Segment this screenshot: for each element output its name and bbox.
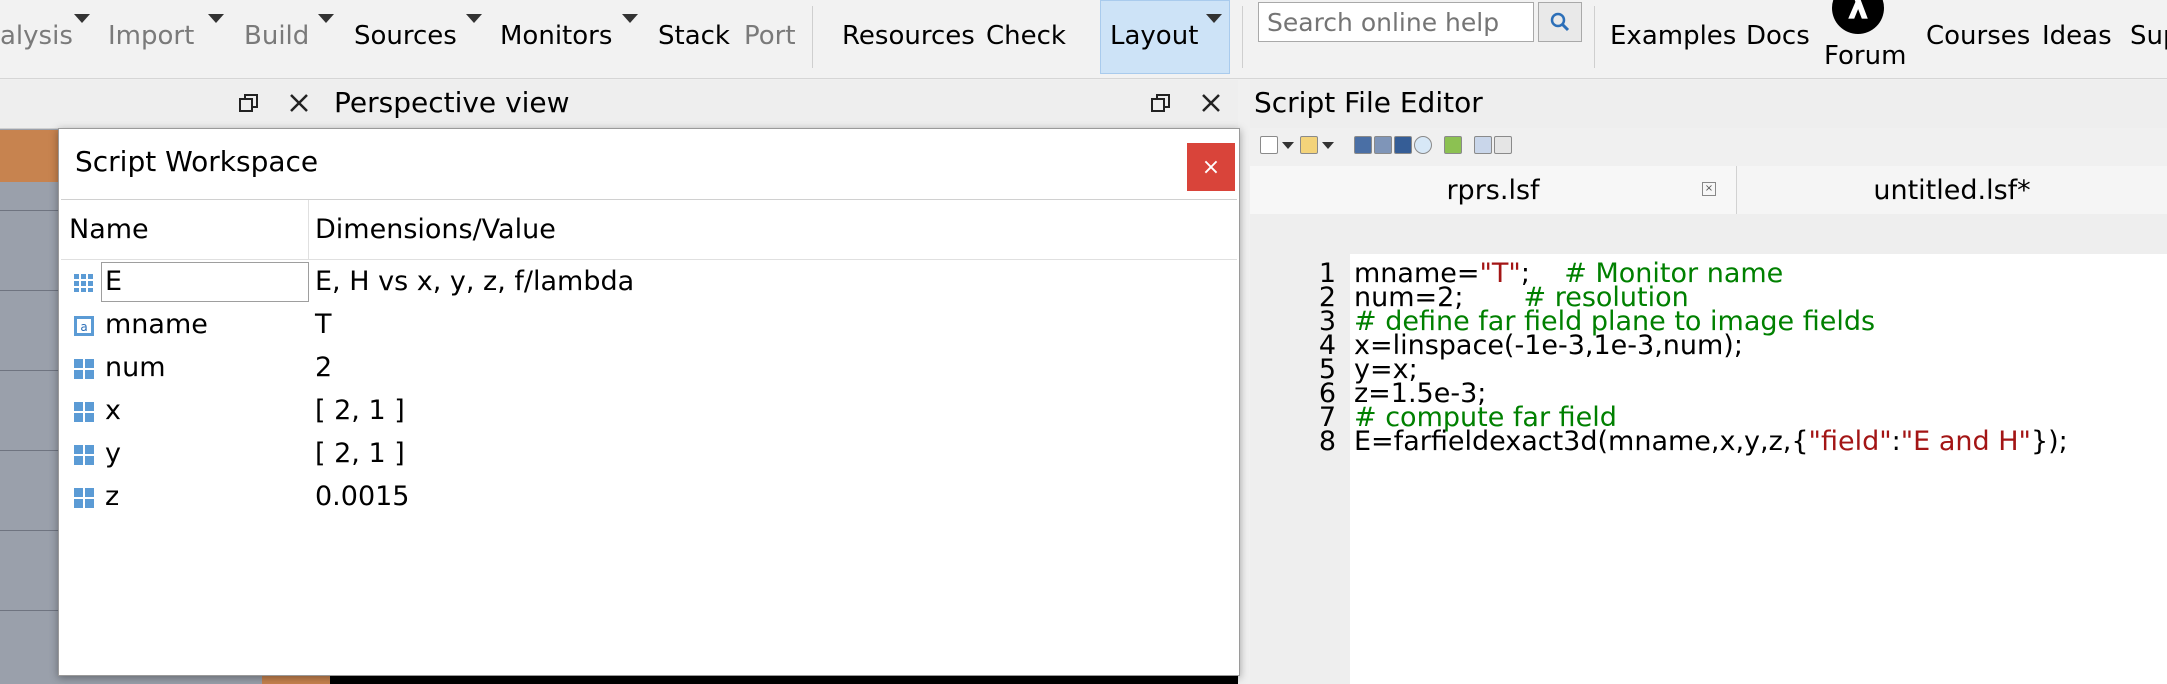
restore-window-icon[interactable] [238,92,260,114]
variable-value: 2 [315,352,333,383]
workspace-variable-table: Name Dimensions/Value E E, H vs x, y, z,… [61,199,1237,674]
matrix-icon [74,402,94,422]
refresh-icon[interactable] [1414,136,1432,154]
code-text: }); [2030,426,2068,457]
editor-header: Script File Editor [1250,80,2167,128]
resources-menu[interactable]: Resources [842,0,975,72]
docs-link[interactable]: Docs [1746,0,1810,72]
analysis-menu[interactable]: alysis [0,0,73,72]
matrix-icon [74,488,94,508]
sources-dropdown-icon[interactable] [466,14,482,23]
name-edit-box[interactable] [101,262,309,302]
import-menu[interactable]: Import [108,0,194,72]
monitors-dropdown-icon[interactable] [622,14,638,23]
variable-name: x [105,395,121,426]
variable-value: [ 2, 1 ] [315,438,405,469]
build-dropdown-icon[interactable] [318,14,334,23]
matrix-icon [74,359,94,379]
perspective-view-title: Perspective view [334,86,570,119]
new-file-dropdown-icon[interactable] [1282,142,1294,149]
dialog-title: Script Workspace [75,145,319,178]
code-line[interactable]: E=farfieldexact3d(mname,x,y,z,{"field":"… [1354,426,2068,457]
check-menu[interactable]: Check [986,0,1066,72]
line-number-gutter: 12345678 [1250,254,1350,684]
close-dialog-button[interactable]: × [1187,143,1235,191]
line-number: 8 [1318,426,1336,457]
table-row[interactable]: y [ 2, 1 ] [61,434,1237,477]
code-string: "field" [1808,426,1892,457]
ideas-link[interactable]: Ideas [2042,0,2112,72]
perspective-view-header: Perspective view [330,80,1238,129]
save-icon[interactable] [1354,136,1372,154]
new-file-icon[interactable] [1260,136,1278,154]
matrix-icon [74,445,94,465]
layout-dropdown-icon[interactable] [1206,14,1222,23]
stack-menu[interactable]: Stack [658,0,730,72]
svg-text:a: a [80,320,87,334]
main-toolbar: alysis Import Build Sources Monitors Sta… [0,0,2167,79]
open-file-icon[interactable] [1300,136,1318,154]
variable-name: E [105,266,123,297]
variable-name: y [105,438,121,469]
editor-tab-bar: rprs.lsf × untitled.lsf* [1250,166,2167,215]
search-button[interactable] [1538,2,1582,42]
column-header-value[interactable]: Dimensions/Value [309,200,1237,260]
step-icon[interactable] [1494,136,1512,154]
run-script-icon[interactable] [1444,136,1462,154]
dataset-icon [74,274,93,292]
table-row[interactable]: a mname T [61,305,1237,348]
variable-value: [ 2, 1 ] [315,395,405,426]
table-row[interactable]: z 0.0015 [61,477,1237,520]
tab-label: rprs.lsf [1446,174,1540,206]
code-text: E=farfieldexact3d(mname,x,y,z,{ [1354,426,1809,457]
code-area[interactable]: mname="T"; # Monitor name num=2; # resolu… [1350,254,2167,684]
script-workspace-dialog: Script Workspace × Name Dimensions/Value… [58,128,1240,676]
open-file-dropdown-icon[interactable] [1322,142,1334,149]
tab-untitled-lsf[interactable]: untitled.lsf* [1737,166,2167,214]
search-input[interactable] [1258,2,1534,42]
table-row[interactable]: E E, H vs x, y, z, f/lambda [61,262,1237,305]
close-pane-icon[interactable] [288,92,310,114]
editor-toolbar [1250,130,2167,164]
toolbar-separator [812,6,813,68]
variable-value: 0.0015 [315,481,410,512]
column-header-name[interactable]: Name [61,200,309,260]
search-icon [1550,12,1570,32]
variable-value: T [315,309,332,340]
save-all-icon[interactable] [1394,136,1412,154]
variable-value: E, H vs x, y, z, f/lambda [315,266,635,297]
code-text: : [1891,426,1901,457]
build-menu[interactable]: Build [244,0,309,72]
toolbar-separator [1242,6,1243,68]
sources-menu[interactable]: Sources [354,0,457,72]
examples-link[interactable]: Examples [1610,0,1736,72]
variable-name: z [105,481,120,512]
left-pane-highlight [0,130,60,182]
close-tab-icon[interactable]: × [1702,182,1716,196]
restore-window-icon[interactable] [1150,92,1172,114]
courses-link[interactable]: Courses [1926,0,2030,72]
tab-rprs-lsf[interactable]: rprs.lsf [1250,166,1737,214]
table-row[interactable]: x [ 2, 1 ] [61,391,1237,434]
split-view-icon[interactable] [1474,136,1492,154]
import-dropdown-icon[interactable] [208,14,224,23]
string-variable-icon: a [74,316,94,336]
close-pane-icon[interactable] [1200,92,1222,114]
variable-name: num [105,352,166,383]
port-menu[interactable]: Port [744,0,796,72]
code-string: "E and H" [1900,426,2031,457]
variable-name: mname [105,309,208,340]
tab-label: untitled.lsf* [1873,174,2031,206]
layout-menu[interactable]: Layout [1110,0,1198,72]
monitors-menu[interactable]: Monitors [500,0,612,72]
table-row[interactable]: num 2 [61,348,1237,391]
support-link[interactable]: Sup [2130,0,2167,72]
analysis-dropdown-icon[interactable] [74,14,90,23]
toolbar-separator [1594,6,1595,68]
editor-title: Script File Editor [1254,86,1483,119]
left-pane-header [0,80,330,129]
editor-margin [1250,214,2167,254]
save-as-icon[interactable] [1374,136,1392,154]
